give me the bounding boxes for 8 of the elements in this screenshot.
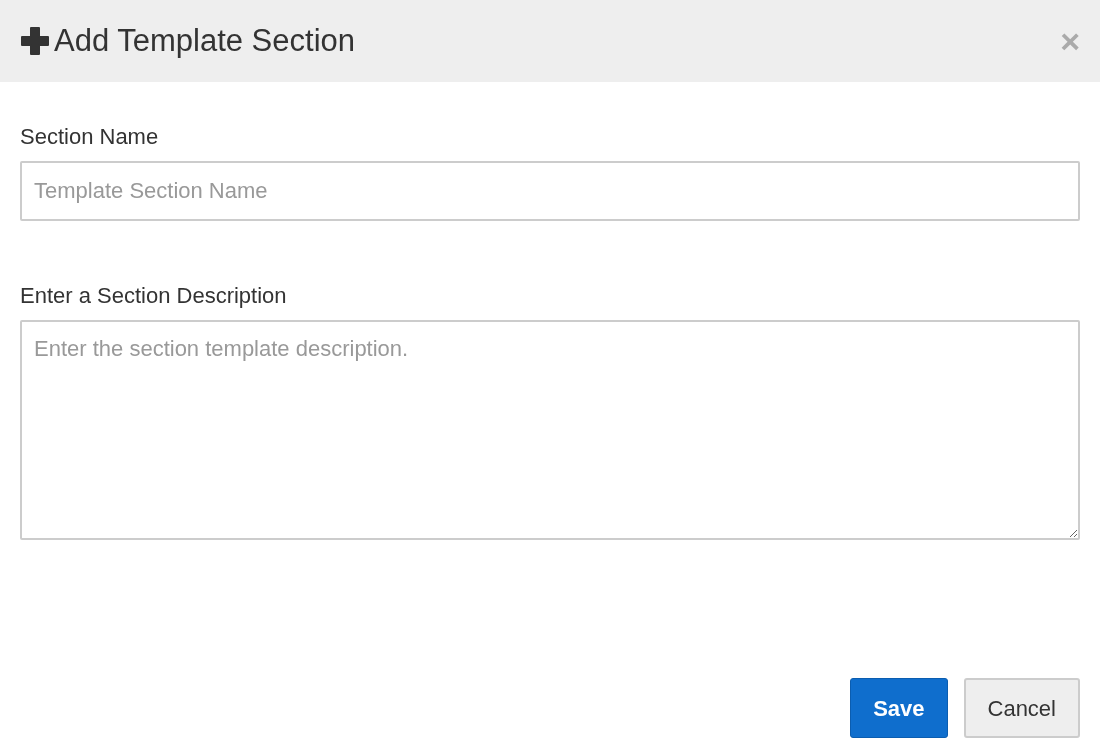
dialog-title: Add Template Section (54, 22, 355, 60)
plus-icon (20, 26, 50, 56)
field-label: Enter a Section Description (20, 282, 288, 310)
save-button[interactable]: Save (850, 678, 948, 738)
name-field[interactable]: Template Section Name (20, 161, 1080, 221)
description-field[interactable]: Enter the section template description. (20, 320, 1080, 540)
field-label: Section Name (20, 123, 160, 151)
cancel-button[interactable]: Cancel (963, 678, 1080, 738)
